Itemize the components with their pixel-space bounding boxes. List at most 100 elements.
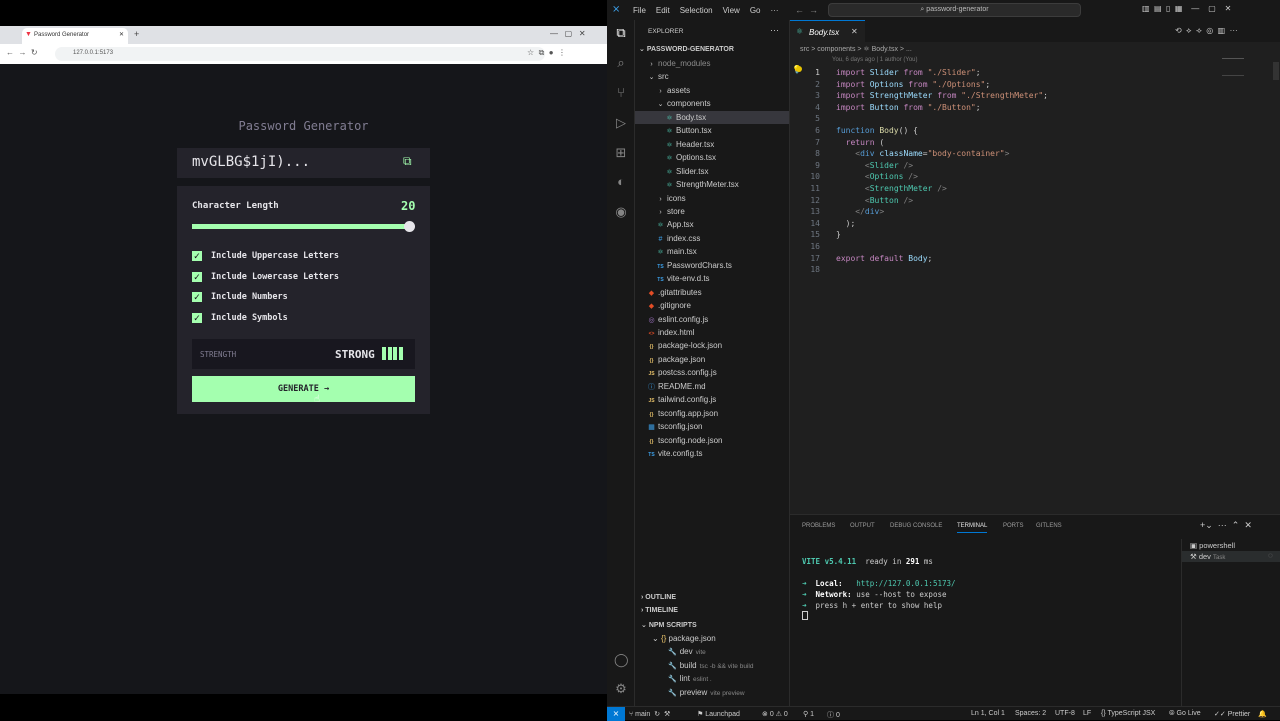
browser-tab[interactable]: ▼ Password Generator ✕ bbox=[22, 28, 128, 44]
launchpad-item[interactable]: ⚑ Launchpad bbox=[697, 710, 740, 718]
menu-item[interactable]: Selection bbox=[680, 6, 713, 15]
settings-gear-icon[interactable]: ⚙ bbox=[614, 682, 628, 696]
tree-item[interactable]: # index.css bbox=[635, 232, 789, 245]
command-center-search[interactable]: ⌕ password-generator bbox=[828, 3, 1081, 17]
encoding[interactable]: UTF-8 bbox=[1055, 710, 1075, 717]
tree-item[interactable]: ⚛ App.tsx bbox=[635, 218, 789, 231]
tree-item[interactable]: {} tsconfig.app.json bbox=[635, 407, 789, 420]
go-live-button[interactable]: ⦾ Go Live bbox=[1169, 710, 1201, 718]
tree-item[interactable]: › assets bbox=[635, 84, 789, 97]
npm-script-item[interactable]: 🔧 build tsc -b && vite build bbox=[668, 661, 753, 670]
panel-tab[interactable]: GITLENS bbox=[1036, 523, 1062, 529]
checkbox[interactable]: ✓ bbox=[192, 312, 202, 323]
tree-item[interactable]: {} tsconfig.node.json bbox=[635, 434, 789, 447]
breadcrumb[interactable]: src > components > ⚛ Body.tsx > ... bbox=[800, 45, 912, 53]
menu-item[interactable]: View bbox=[723, 6, 740, 15]
tree-item[interactable]: ⚛ Body.tsx bbox=[635, 110, 789, 124]
menu-item[interactable]: Edit bbox=[656, 6, 670, 15]
length-slider-track[interactable] bbox=[192, 224, 410, 229]
window-controls[interactable]: — ▢ ✕ bbox=[550, 29, 586, 38]
panel-tab[interactable]: PORTS bbox=[1003, 523, 1024, 529]
tree-item[interactable]: ⚛ Header.tsx bbox=[635, 138, 789, 151]
problems-indicator[interactable]: ⊗ 0 ⚠ 0 bbox=[762, 710, 788, 718]
local-url-link[interactable]: http://127.0.0.1:5173/ bbox=[856, 579, 955, 588]
indentation[interactable]: Spaces: 2 bbox=[1015, 710, 1046, 717]
info-indicator[interactable]: ⓘ 0 bbox=[827, 710, 840, 720]
tree-item[interactable]: ⌄ src bbox=[635, 70, 789, 83]
tree-item[interactable]: ◎ eslint.config.js bbox=[635, 313, 789, 326]
notifications-icon[interactable]: 🔔 bbox=[1258, 710, 1267, 718]
close-tab-icon[interactable]: ✕ bbox=[851, 27, 858, 36]
tree-item[interactable]: › node_modules bbox=[635, 57, 789, 70]
tree-item[interactable]: TS PasswordChars.ts bbox=[635, 259, 789, 272]
terminal-item-powershell[interactable]: ▣ powershell bbox=[1190, 541, 1235, 550]
npm-package-json[interactable]: ⌄ {} package.json bbox=[652, 634, 716, 643]
language-mode[interactable]: {} TypeScript JSX bbox=[1101, 710, 1155, 717]
editor-tab[interactable]: ⚛ Body.tsx ✕ bbox=[790, 20, 865, 42]
tree-item[interactable]: TS vite-env.d.ts bbox=[635, 272, 789, 285]
panel-tab[interactable]: PROBLEMS bbox=[802, 523, 835, 529]
tree-item[interactable]: ⓘ README.md bbox=[635, 380, 789, 393]
menu-item[interactable]: File bbox=[633, 6, 646, 15]
account-icon[interactable]: ◯ bbox=[614, 653, 629, 667]
minimap[interactable] bbox=[1222, 58, 1244, 76]
tree-item[interactable]: › store bbox=[635, 205, 789, 218]
tree-item[interactable]: {} package.json bbox=[635, 353, 789, 366]
npm-script-item[interactable]: 🔧 preview vite preview bbox=[668, 688, 745, 697]
tree-item[interactable]: ⚛ StrengthMeter.tsx bbox=[635, 178, 789, 191]
npm-scripts-section[interactable]: ⌄ NPM SCRIPTS bbox=[641, 621, 697, 629]
copy-icon[interactable]: ⧉ bbox=[403, 154, 412, 169]
checkbox[interactable]: ✓ bbox=[192, 271, 202, 282]
ports-indicator[interactable]: ⚲ 1 bbox=[803, 710, 814, 718]
tree-item[interactable]: ⚛ Options.tsx bbox=[635, 151, 789, 164]
length-slider-thumb[interactable] bbox=[404, 221, 415, 232]
npm-script-item[interactable]: 🔧 dev vite bbox=[668, 647, 706, 656]
menu-item[interactable]: Go bbox=[750, 6, 761, 15]
more-actions-icon[interactable]: ··· bbox=[770, 25, 779, 35]
checkbox[interactable]: ✓ bbox=[192, 251, 202, 261]
blame-annotation[interactable]: You, 6 days ago | 1 author (You) bbox=[832, 57, 918, 63]
gitlens-icon[interactable]: ◐ bbox=[614, 175, 628, 189]
tree-item[interactable]: ⚛ main.tsx bbox=[635, 245, 789, 258]
tree-item[interactable]: › icons bbox=[635, 192, 789, 205]
cursor-position[interactable]: Ln 1, Col 1 bbox=[971, 710, 1005, 717]
panel-actions[interactable]: +⌄ ··· ⌃ ✕ bbox=[1200, 520, 1252, 531]
checkbox[interactable]: ✓ bbox=[192, 292, 202, 302]
remote-icon[interactable]: ⨯ bbox=[607, 707, 625, 721]
tree-item[interactable]: ◆ .gitignore bbox=[635, 299, 789, 312]
menu-item[interactable]: ··· bbox=[770, 6, 778, 15]
remote-explorer-icon[interactable]: ◉ bbox=[614, 205, 628, 219]
tree-item[interactable]: TS vite.config.ts bbox=[635, 447, 789, 460]
new-tab-button[interactable]: + bbox=[134, 29, 139, 39]
tree-item[interactable]: JS tailwind.config.js bbox=[635, 393, 789, 406]
npm-script-item[interactable]: 🔧 lint eslint . bbox=[668, 674, 712, 683]
search-view-icon[interactable]: ⌕ bbox=[614, 56, 628, 70]
editor-actions[interactable]: ⟲ ⟡ ⟢ ◎ ▥ ··· bbox=[1175, 26, 1238, 36]
panel-tab[interactable]: OUTPUT bbox=[850, 523, 875, 529]
generate-button[interactable]: GENERATE → bbox=[192, 376, 415, 402]
eol[interactable]: LF bbox=[1083, 710, 1091, 717]
nav-buttons[interactable]: ← → ↻ bbox=[6, 48, 38, 57]
tree-item[interactable]: <> index.html bbox=[635, 326, 789, 339]
prettier-item[interactable]: ✓✓ Prettier bbox=[1214, 710, 1250, 718]
panel-tab[interactable]: DEBUG CONSOLE bbox=[890, 523, 942, 529]
run-debug-icon[interactable]: ▷ bbox=[614, 116, 628, 130]
tree-item[interactable]: ▦ tsconfig.json bbox=[635, 420, 789, 433]
tree-item[interactable]: {} package-lock.json bbox=[635, 339, 789, 352]
outline-section[interactable]: › OUTLINE bbox=[641, 594, 676, 601]
tree-item[interactable]: JS postcss.config.js bbox=[635, 366, 789, 379]
extensions-icon[interactable]: ⊞ bbox=[614, 146, 628, 160]
browser-toolbar-icons[interactable]: ☆ ⧉ ● ⋮ bbox=[527, 48, 566, 58]
editor-scrollbar[interactable] bbox=[1273, 62, 1279, 80]
explorer-root[interactable]: ⌄ PASSWORD-GENERATOR bbox=[639, 45, 734, 53]
branch-indicator[interactable]: ⑂ main ↻ ⚒ bbox=[629, 710, 670, 718]
source-control-icon[interactable]: ⑂ bbox=[614, 86, 628, 100]
tree-item[interactable]: ◆ .gitattributes bbox=[635, 286, 789, 299]
terminal-item-dev[interactable]: ⚒ dev Task ◌ bbox=[1182, 551, 1280, 562]
explorer-icon[interactable]: ⧉ bbox=[614, 26, 628, 40]
timeline-section[interactable]: › TIMELINE bbox=[641, 607, 678, 614]
address-bar[interactable]: 127.0.0.1:5173 bbox=[55, 47, 545, 61]
tree-item[interactable]: ⌄ components bbox=[635, 97, 789, 110]
tree-item[interactable]: ⚛ Slider.tsx bbox=[635, 165, 789, 178]
tree-item[interactable]: ⚛ Button.tsx bbox=[635, 124, 789, 137]
